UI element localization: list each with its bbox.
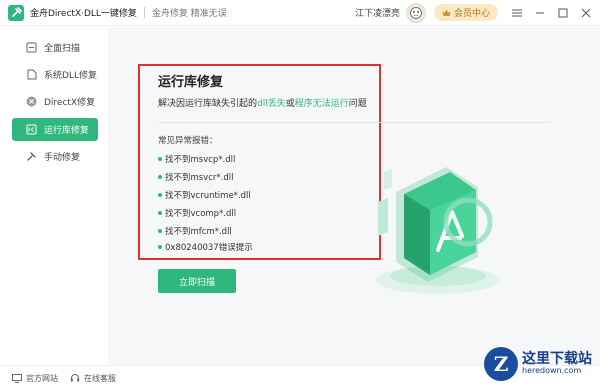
watermark-logo: Z bbox=[484, 347, 518, 381]
error-text: 找不到msvcr*.dll bbox=[165, 173, 234, 183]
title-bar: 金舟DirectX·DLL一键修复 金舟修复 精准无误 江下凌漂亮 会员中心 bbox=[0, 0, 600, 26]
sidebar: 全面扫描 系统DLL修复 DirectX修复 运行库修复 手动修复 bbox=[0, 27, 108, 365]
desc-text: 解决因运行库缺失引起的 bbox=[158, 99, 258, 109]
official-website-link[interactable]: 官方网站 bbox=[12, 373, 58, 384]
desc-highlight-program: 程序无法运行 bbox=[294, 99, 349, 109]
monitor-icon bbox=[12, 373, 22, 383]
desc-highlight-dll: dll丢失 bbox=[257, 99, 286, 109]
avatar[interactable] bbox=[405, 2, 426, 23]
official-website-label: 官方网站 bbox=[26, 373, 58, 383]
scan-now-button[interactable]: 立即扫描 bbox=[158, 269, 236, 293]
sidebar-item-label: 系统DLL修复 bbox=[44, 71, 97, 81]
list-item: 找不到mfcm*.dll bbox=[158, 225, 232, 237]
watermark-name: 这里下载站 bbox=[522, 350, 592, 367]
sidebar-item-label: DirectX修复 bbox=[44, 98, 96, 108]
close-icon[interactable] bbox=[577, 4, 595, 22]
bullet-icon bbox=[158, 245, 162, 249]
maximize-icon[interactable] bbox=[554, 4, 572, 22]
vip-center-button[interactable]: 会员中心 bbox=[433, 4, 498, 21]
user-name[interactable]: 江下凌漂亮 bbox=[355, 6, 400, 19]
error-text: 找不到vcruntime*.dll bbox=[165, 191, 251, 201]
vip-center-label: 会员中心 bbox=[453, 9, 490, 19]
app-logo-icon bbox=[8, 4, 24, 21]
bullet-icon bbox=[158, 211, 162, 215]
error-text: 找不到msvcp*.dll bbox=[165, 155, 236, 165]
online-support-link[interactable]: 在线客服 bbox=[70, 373, 116, 384]
bullet-icon bbox=[158, 175, 162, 179]
desc-text: 问题 bbox=[348, 99, 367, 109]
error-text: 找不到mfcm*.dll bbox=[165, 227, 232, 237]
sidebar-item-runtime[interactable]: 运行库修复 bbox=[12, 118, 98, 141]
title-separator bbox=[143, 7, 145, 18]
page-title: 运行库修复 bbox=[158, 75, 224, 90]
page-description: 解决因运行库缺失引起的dll丢失或程序无法运行问题 bbox=[158, 96, 367, 109]
app-window: 金舟DirectX·DLL一键修复 金舟修复 精准无误 江下凌漂亮 会员中心 全… bbox=[0, 0, 600, 390]
minimize-icon[interactable] bbox=[531, 4, 549, 22]
watermark-url: heredown.com bbox=[522, 366, 582, 376]
bullet-icon bbox=[158, 157, 162, 161]
watermark: Z 这里下载站 heredown.com bbox=[484, 347, 592, 381]
bullet-icon bbox=[158, 193, 162, 197]
sidebar-item-label: 运行库修复 bbox=[44, 126, 90, 136]
app-title: 金舟DirectX·DLL一键修复 bbox=[30, 9, 137, 19]
list-item: 找不到msvcp*.dll bbox=[158, 153, 235, 165]
headset-icon bbox=[70, 374, 80, 382]
app-subtitle: 金舟修复 精准无误 bbox=[151, 9, 227, 19]
crown-icon bbox=[442, 9, 451, 16]
menu-icon[interactable] bbox=[508, 4, 526, 22]
sidebar-item-directx[interactable]: DirectX修复 bbox=[12, 90, 98, 113]
runtime-illustration-icon bbox=[376, 167, 500, 294]
scan-icon bbox=[26, 42, 37, 53]
bullet-icon bbox=[158, 229, 162, 233]
runtime-icon bbox=[26, 124, 37, 135]
error-text: 找不到vcomp*.dll bbox=[165, 209, 237, 219]
sidebar-item-label: 全面扫描 bbox=[44, 44, 81, 54]
file-icon bbox=[26, 69, 37, 80]
error-list-title: 常见异常报错： bbox=[158, 136, 218, 146]
online-support-label: 在线客服 bbox=[84, 373, 116, 383]
list-item: 0x80240037错误提示 bbox=[158, 241, 253, 253]
error-text: 0x80240037错误提示 bbox=[165, 243, 253, 253]
divider bbox=[158, 122, 550, 123]
desc-text: 或 bbox=[285, 99, 295, 109]
main-panel: 运行库修复 解决因运行库缺失引起的dll丢失或程序无法运行问题 常见异常报错： … bbox=[108, 27, 600, 365]
x-icon bbox=[26, 96, 37, 107]
list-item: 找不到vcomp*.dll bbox=[158, 207, 236, 219]
sidebar-item-system-dll[interactable]: 系统DLL修复 bbox=[12, 63, 98, 86]
list-item: 找不到msvcr*.dll bbox=[158, 171, 233, 183]
sidebar-item-manual[interactable]: 手动修复 bbox=[12, 145, 98, 168]
sidebar-item-full-scan[interactable]: 全面扫描 bbox=[12, 36, 98, 59]
tools-icon bbox=[26, 151, 37, 162]
sidebar-item-label: 手动修复 bbox=[44, 153, 81, 163]
list-item: 找不到vcruntime*.dll bbox=[158, 189, 251, 201]
